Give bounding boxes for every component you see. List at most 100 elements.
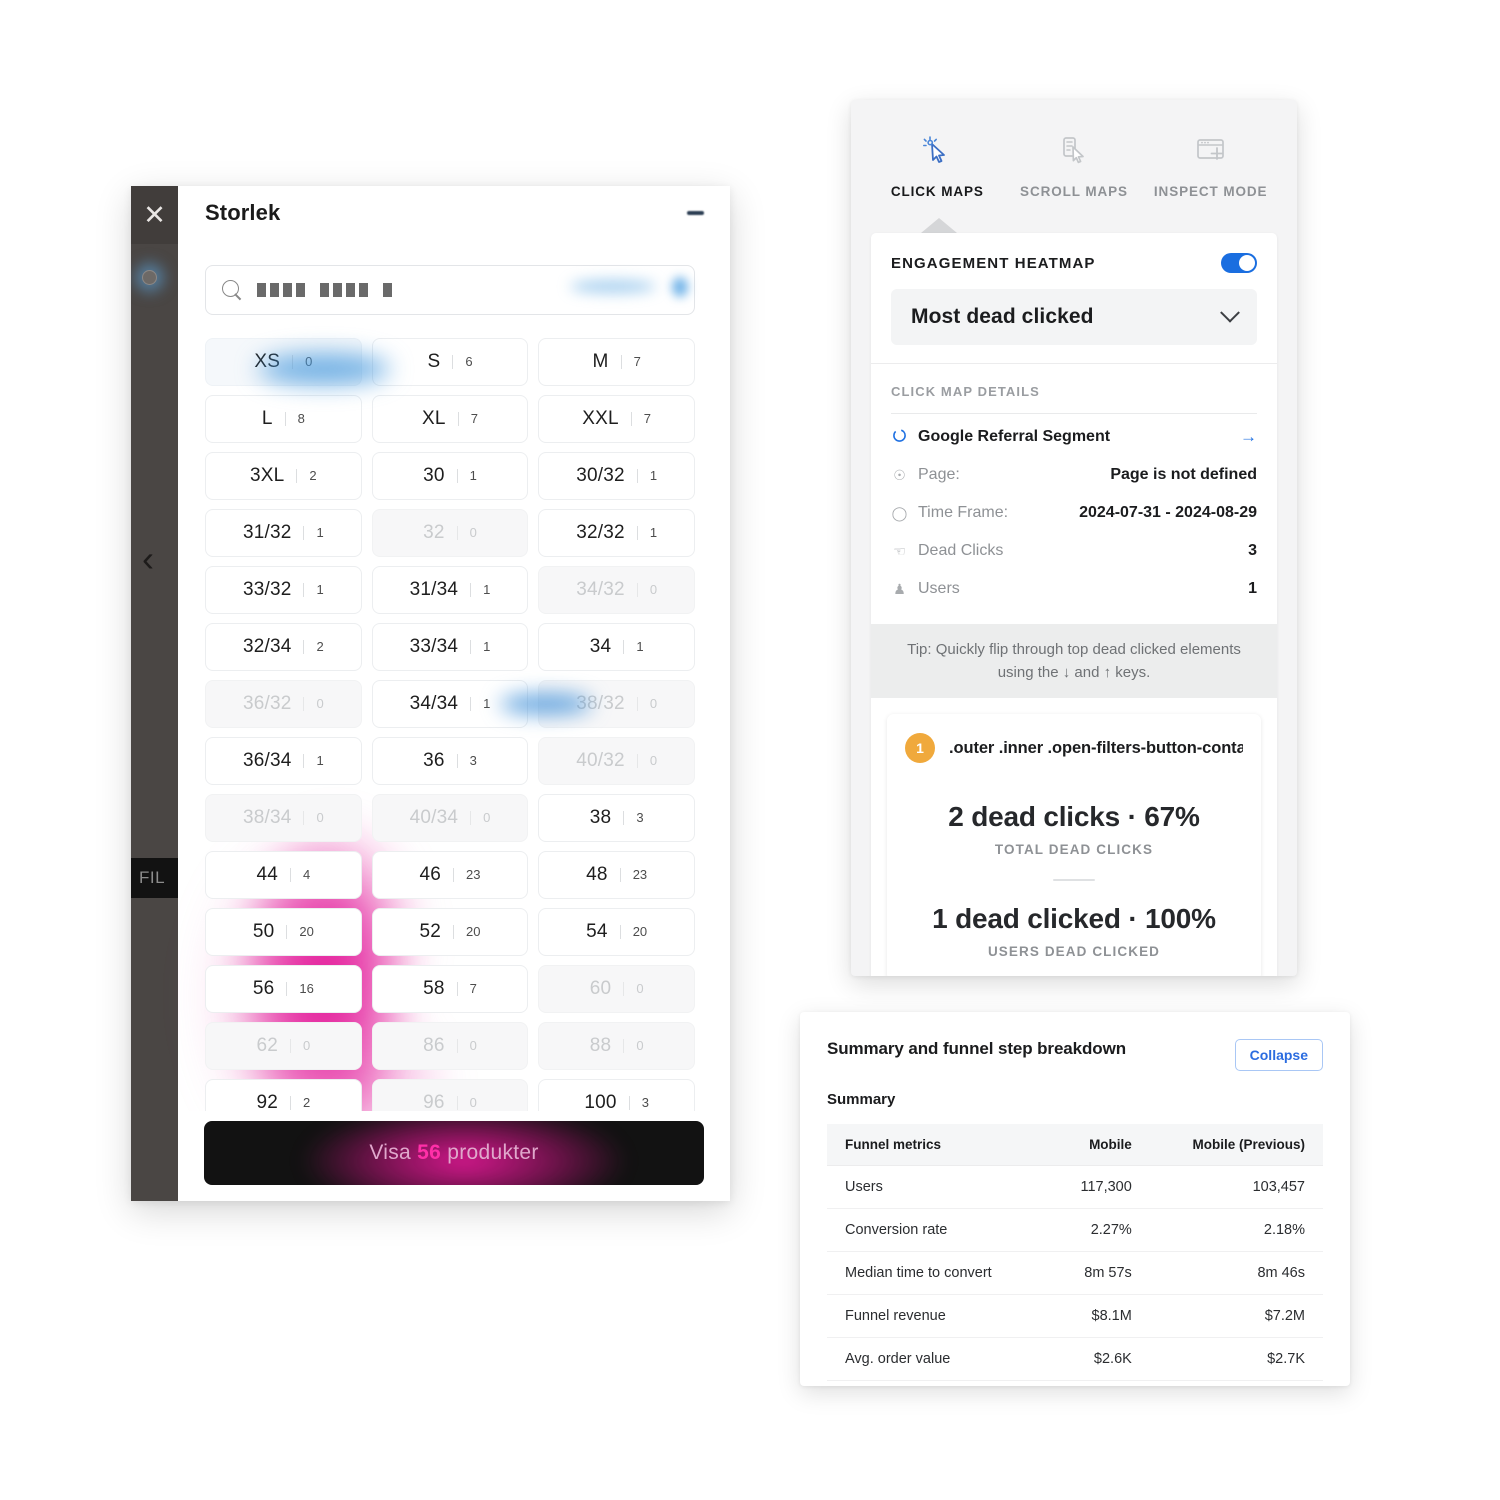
cell-metric: Avg. order value (827, 1337, 1050, 1381)
size-option[interactable]: 36/34 1 (205, 737, 362, 785)
size-option[interactable]: 46 23 (371, 851, 529, 899)
size-option[interactable]: 32/34 2 (205, 623, 362, 671)
table-row: Users 117,300 103,457 (827, 1165, 1323, 1209)
size-option-label: XS (254, 351, 281, 372)
size-option[interactable]: 40/34 0 (371, 794, 529, 842)
dead-selector-row: 1 .outer .inner .open-filters-button-con… (905, 733, 1243, 763)
size-option-count: 1 (470, 640, 490, 654)
size-option-count: 1 (623, 640, 644, 654)
size-option[interactable]: 38/32 0 (538, 680, 695, 728)
tab-label: CLICK MAPS (890, 184, 984, 199)
heatmap-type-select[interactable]: Most dead clicked (891, 289, 1257, 345)
divider (891, 413, 1257, 414)
size-option[interactable]: XXL 7 (538, 395, 695, 443)
engagement-heatmap-toggle[interactable] (1221, 253, 1257, 273)
size-option-count: 0 (456, 526, 477, 540)
size-option-label: 58 (423, 978, 445, 999)
size-option[interactable]: 50 20 (205, 908, 362, 956)
size-option-count: 20 (453, 925, 481, 939)
tab-click-maps[interactable]: CLICK MAPS (869, 130, 1006, 199)
size-option[interactable]: XS 0 (205, 338, 362, 386)
size-option-count: 7 (630, 412, 651, 426)
size-option-count: 20 (619, 925, 647, 939)
chevron-left-icon[interactable]: ‹ (142, 541, 154, 577)
size-option[interactable]: 34 1 (538, 623, 695, 671)
size-option[interactable]: 32/32 1 (538, 509, 695, 557)
size-option[interactable]: 58 7 (371, 965, 529, 1013)
size-option[interactable]: 36 3 (371, 737, 529, 785)
size-option[interactable]: 36/32 0 (205, 680, 362, 728)
size-option-label: 33/32 (242, 579, 292, 600)
segment-open-arrow[interactable]: → (1240, 427, 1257, 447)
size-option[interactable]: 44 4 (205, 851, 362, 899)
size-option-label: 52 (419, 921, 442, 942)
size-option[interactable]: 31/32 1 (205, 509, 362, 557)
size-option[interactable]: 3XL 2 (205, 452, 362, 500)
size-option-count: 1 (470, 583, 490, 597)
size-option[interactable]: S6 (371, 338, 529, 386)
size-option[interactable]: 62 0 (205, 1022, 362, 1070)
users-dead-clicked-label: USERS DEAD CLICKED (987, 944, 1161, 959)
tab-scroll-maps[interactable]: SCROLL MAPS (1006, 130, 1143, 199)
tab-label: SCROLL MAPS (1020, 184, 1128, 199)
search-input[interactable] (205, 265, 695, 315)
size-option[interactable]: 52 20 (371, 908, 529, 956)
size-option-count: 8 (284, 412, 305, 426)
size-option-label: 50 (252, 921, 275, 942)
cell-metric: Conversion rate (827, 1208, 1050, 1252)
segment-circle-icon (891, 428, 908, 446)
size-option-label: 38/34 (242, 807, 292, 828)
size-option[interactable]: 40/32 0 (538, 737, 695, 785)
search-value-redacted (257, 283, 392, 297)
size-option[interactable]: 56 16 (205, 965, 362, 1013)
size-option[interactable]: 32 0 (371, 509, 529, 557)
size-option[interactable]: XL 7 (371, 395, 529, 443)
size-option[interactable]: M7 (538, 338, 695, 386)
clock-icon: ◯ (891, 504, 908, 521)
tab-inspect-mode[interactable]: INSPECT MODE (1142, 130, 1279, 199)
size-option[interactable]: 86 0 (371, 1022, 529, 1070)
summary-funnel-panel: Summary and funnel step breakdown Collap… (800, 1012, 1350, 1386)
size-option[interactable]: 33/32 1 (205, 566, 362, 614)
size-option[interactable]: 38 3 (538, 794, 695, 842)
detail-row-dead-clicks: ☜ Dead Clicks 3 (891, 532, 1257, 570)
minimize-icon[interactable] (687, 211, 704, 215)
size-option-count: 0 (623, 1039, 644, 1053)
collapse-button[interactable]: Collapse (1234, 1039, 1323, 1071)
segment-row[interactable]: Google Referral Segment → (891, 418, 1257, 456)
search-icon (222, 279, 243, 301)
size-option[interactable]: 31/34 1 (371, 566, 529, 614)
size-option-count: 0 (636, 583, 657, 597)
size-option-label: 30 (423, 465, 445, 486)
size-option[interactable]: 60 0 (538, 965, 695, 1013)
size-option[interactable]: 33/34 1 (371, 623, 529, 671)
size-option[interactable]: 34/34 1 (371, 680, 529, 728)
dark-side-rail: ✕ ‹ FIL (131, 186, 187, 1201)
size-option[interactable]: 30/32 1 (538, 452, 695, 500)
cell-prev: 8m 46s (1143, 1251, 1323, 1295)
cell-mobile: 8m 57s (1049, 1251, 1144, 1295)
size-option[interactable]: L8 (205, 395, 362, 443)
dead-click-element-card[interactable]: 1 .outer .inner .open-filters-button-con… (887, 714, 1261, 976)
cta-container: Visa 56 produkter (178, 1111, 730, 1201)
size-option[interactable]: 48 23 (538, 851, 695, 899)
size-option[interactable]: 54 20 (538, 908, 695, 956)
size-option-label: 62 (256, 1035, 278, 1056)
dead-element-selector: .outer .inner .open-filters-button-conta… (949, 738, 1243, 757)
rail-dot-indicator[interactable] (142, 270, 157, 285)
cell-mobile: 2.27% (1049, 1208, 1144, 1252)
show-products-button[interactable]: Visa 56 produkter (204, 1121, 704, 1185)
cta-post: produkter (441, 1141, 539, 1164)
size-option-count: 7 (457, 412, 478, 426)
size-option-label: 36/34 (242, 750, 292, 771)
size-option-count: 0 (456, 1039, 477, 1053)
size-option[interactable]: 88 0 (538, 1022, 695, 1070)
size-option-count: 0 (456, 1096, 477, 1110)
close-icon[interactable]: ✕ (131, 186, 178, 244)
size-option[interactable]: 38/34 0 (205, 794, 362, 842)
size-option[interactable]: 34/32 0 (538, 566, 695, 614)
size-option-label: 48 (586, 864, 608, 885)
size-option-label: 36/32 (242, 693, 292, 714)
size-option[interactable]: 30 1 (371, 452, 529, 500)
total-dead-clicks-label: TOTAL DEAD CLICKS (994, 842, 1154, 857)
